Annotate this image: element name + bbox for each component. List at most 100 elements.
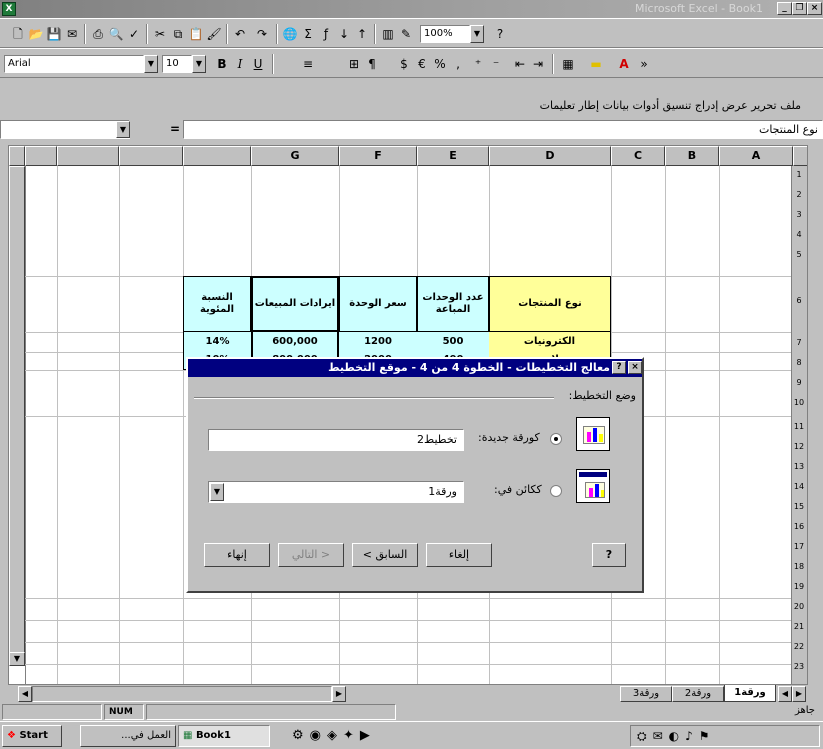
column-header-d[interactable]: D bbox=[489, 146, 611, 166]
row-header[interactable]: 2 bbox=[791, 190, 807, 199]
row-header[interactable]: 3 bbox=[791, 210, 807, 219]
object-in-sheet-select[interactable]: ورقة1 bbox=[208, 481, 464, 503]
column-header-g[interactable]: G bbox=[251, 146, 339, 166]
row-header[interactable]: 8 bbox=[791, 358, 807, 367]
toolbar-options-icon[interactable]: » bbox=[636, 56, 652, 72]
name-box-dropdown-icon[interactable]: ▼ bbox=[116, 121, 130, 138]
minimize-button[interactable]: _ bbox=[777, 2, 792, 15]
row-header[interactable]: 9 bbox=[791, 378, 807, 387]
font-size-box[interactable]: 10 bbox=[162, 55, 192, 73]
system-tray[interactable]: ⛭✉◐♪⚑ bbox=[630, 725, 820, 747]
sort-ascending-icon[interactable]: ↓ bbox=[336, 26, 352, 42]
print-icon[interactable]: ⎙ bbox=[90, 26, 106, 42]
row-header[interactable]: 23 bbox=[791, 662, 807, 671]
zoom-box[interactable]: 100% bbox=[420, 25, 470, 43]
autosum-icon[interactable]: Σ bbox=[300, 26, 316, 42]
save-icon[interactable]: 💾 bbox=[46, 26, 62, 42]
format-painter-icon[interactable]: 🖌 bbox=[206, 26, 222, 42]
font-color-icon[interactable]: A bbox=[616, 56, 632, 72]
chart-wizard-dialog[interactable]: × ? معالج التخطيطات - الخطوة 4 من 4 - مو… bbox=[186, 357, 644, 593]
column-header[interactable] bbox=[57, 146, 119, 166]
merge-center-icon[interactable]: ⊞ bbox=[346, 56, 362, 72]
spelling-icon[interactable]: ✓ bbox=[126, 26, 142, 42]
table-header-cell[interactable]: سعر الوحدة bbox=[339, 276, 417, 332]
redo-icon[interactable]: ↷ bbox=[254, 26, 270, 42]
sort-descending-icon[interactable]: ↑ bbox=[354, 26, 370, 42]
vertical-scrollbar[interactable] bbox=[9, 166, 25, 666]
help-icon[interactable]: ? bbox=[492, 26, 508, 42]
close-window-button[interactable]: × bbox=[807, 2, 822, 15]
next-button[interactable]: التالي > bbox=[278, 543, 344, 567]
table-header-cell[interactable]: عدد الوحدات المباعة bbox=[417, 276, 489, 332]
font-name-dropdown-icon[interactable]: ▼ bbox=[144, 55, 158, 73]
column-header[interactable] bbox=[119, 146, 183, 166]
quick-launch-icons[interactable]: ⚙◉◈✦▶ bbox=[292, 728, 376, 743]
table-cell[interactable]: 600,000 bbox=[251, 332, 339, 352]
excel-app-icon[interactable]: X bbox=[2, 2, 16, 16]
fill-color-icon[interactable]: ▬ bbox=[588, 56, 604, 72]
row-header[interactable]: 14 bbox=[791, 482, 807, 491]
row-header[interactable]: 22 bbox=[791, 642, 807, 651]
select-all-button[interactable] bbox=[9, 146, 25, 166]
row-header[interactable]: 10 bbox=[791, 398, 807, 407]
taskbar-task-word[interactable]: العمل في... bbox=[80, 725, 176, 747]
row-header[interactable]: 12 bbox=[791, 442, 807, 451]
scroll-down-icon[interactable]: ▼ bbox=[9, 652, 25, 666]
table-cell[interactable]: 500 bbox=[417, 332, 489, 352]
chart-wizard-icon[interactable]: ▥ bbox=[380, 26, 396, 42]
name-box[interactable] bbox=[0, 120, 130, 139]
horizontal-scrollbar[interactable] bbox=[32, 686, 332, 702]
undo-icon[interactable]: ↶ bbox=[232, 26, 248, 42]
finish-button[interactable]: إنهاء bbox=[204, 543, 270, 567]
decrease-indent-icon[interactable]: ⇤ bbox=[512, 56, 528, 72]
decrease-decimal-icon[interactable]: ⁻ bbox=[488, 56, 504, 72]
row-header[interactable]: 4 bbox=[791, 230, 807, 239]
row-header[interactable]: 5 bbox=[791, 250, 807, 259]
table-header-cell[interactable]: النسبة المئوية bbox=[183, 276, 251, 332]
column-header-b[interactable]: B bbox=[665, 146, 719, 166]
copy-icon[interactable]: ⧉ bbox=[170, 26, 186, 42]
bold-icon[interactable]: B bbox=[214, 56, 230, 72]
rtl-icon[interactable]: ¶ bbox=[364, 56, 380, 72]
start-button[interactable]: ❖ Start bbox=[2, 725, 62, 747]
row-header[interactable]: 7 bbox=[791, 338, 807, 347]
table-cell[interactable]: الكترونيات bbox=[489, 332, 611, 352]
font-size-dropdown-icon[interactable]: ▼ bbox=[192, 55, 206, 73]
open-icon[interactable]: 📂 bbox=[28, 26, 44, 42]
scroll-left-icon[interactable]: ◀ bbox=[18, 686, 32, 702]
font-name-box[interactable]: Arial bbox=[4, 55, 144, 73]
row-header[interactable]: 13 bbox=[791, 462, 807, 471]
borders-icon[interactable]: ▦ bbox=[560, 56, 576, 72]
dialog-help-button[interactable]: ? bbox=[612, 361, 626, 374]
function-icon[interactable]: ƒ bbox=[318, 26, 334, 42]
align-right-icon[interactable]: ≡ bbox=[300, 56, 316, 72]
zoom-dropdown-icon[interactable]: ▼ bbox=[470, 25, 484, 43]
office-assistant-help-button[interactable]: ? bbox=[592, 543, 626, 567]
dialog-close-button[interactable]: × bbox=[628, 361, 642, 374]
row-header[interactable]: 16 bbox=[791, 522, 807, 531]
paste-icon[interactable]: 📋 bbox=[188, 26, 204, 42]
taskbar-task-excel[interactable]: ▦ Book1 bbox=[178, 725, 270, 747]
scroll-right-icon[interactable]: ▶ bbox=[332, 686, 346, 702]
table-header-cell[interactable]: ايرادات المبيعات bbox=[251, 276, 339, 332]
email-icon[interactable]: ✉ bbox=[64, 26, 80, 42]
tab-scroll-prev-icon[interactable]: ◀ bbox=[778, 686, 792, 702]
sheet-tab-1[interactable]: ورقة1 bbox=[724, 685, 776, 702]
back-button[interactable]: < السابق bbox=[352, 543, 418, 567]
increase-indent-icon[interactable]: ⇥ bbox=[530, 56, 546, 72]
menu-items[interactable]: ملف تحرير عرض إدراج تنسيق أدوات بيانات إ… bbox=[540, 99, 801, 112]
object-in-radio[interactable] bbox=[550, 485, 562, 497]
percent-icon[interactable]: % bbox=[432, 56, 448, 72]
object-in-dropdown-icon[interactable]: ▼ bbox=[210, 483, 224, 501]
column-header[interactable] bbox=[25, 146, 57, 166]
sheet-tab-2[interactable]: ورقة2 bbox=[672, 686, 724, 702]
dialog-title-bar[interactable]: × ? معالج التخطيطات - الخطوة 4 من 4 - مو… bbox=[188, 359, 642, 377]
row-header[interactable]: 17 bbox=[791, 542, 807, 551]
sheet-tab-3[interactable]: ورقة3 bbox=[620, 686, 672, 702]
row-header[interactable]: 11 bbox=[791, 422, 807, 431]
euro-icon[interactable]: € bbox=[414, 56, 430, 72]
column-header-e[interactable]: E bbox=[417, 146, 489, 166]
underline-icon[interactable]: U bbox=[250, 56, 266, 72]
new-file-icon[interactable]: 🗋 bbox=[10, 26, 26, 42]
column-header-c[interactable]: C bbox=[611, 146, 665, 166]
